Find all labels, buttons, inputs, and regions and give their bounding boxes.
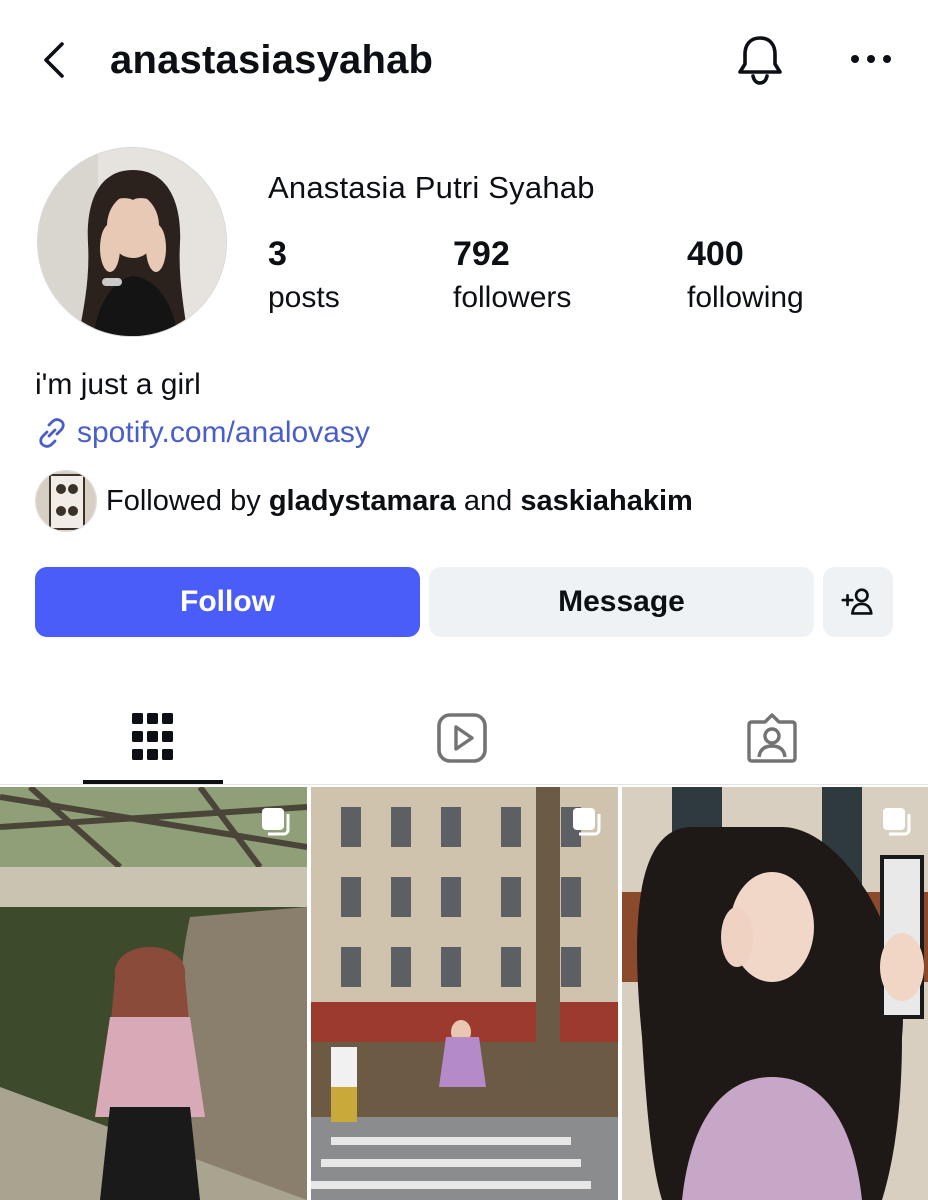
multiple-photos-icon [262, 808, 290, 836]
tab-reels[interactable] [392, 690, 532, 786]
tab-tagged[interactable] [702, 690, 842, 786]
post-thumbnail-3[interactable] [622, 787, 928, 1200]
stat-label: followers [453, 281, 572, 314]
followed-by[interactable]: Followed by gladystamara and saskiahakim [35, 470, 693, 532]
add-person-icon [841, 588, 873, 615]
multiple-photos-icon [573, 808, 601, 836]
more-options-icon[interactable] [846, 44, 896, 74]
followed-by-user-1[interactable]: gladystamara [269, 485, 456, 518]
followed-by-user-2[interactable]: saskiahakim [520, 485, 693, 518]
profile-username: anastasiasyahab [110, 38, 434, 82]
followed-by-prefix: Followed by [106, 484, 269, 517]
tab-posts-grid[interactable] [83, 690, 223, 786]
followed-by-avatar [35, 470, 97, 532]
post-image [0, 787, 307, 1200]
back-chevron-icon[interactable] [38, 38, 72, 82]
stat-following[interactable]: 400 following [687, 234, 804, 318]
suggest-users-button[interactable] [823, 567, 893, 637]
post-thumbnail-2[interactable] [311, 787, 618, 1200]
stat-value: 792 [453, 235, 510, 273]
tagged-icon [747, 713, 797, 763]
link-icon [39, 418, 65, 448]
follow-button[interactable]: Follow [35, 567, 420, 637]
post-thumbnail-1[interactable] [0, 787, 307, 1200]
stat-value: 400 [687, 235, 744, 273]
profile-full-name: Anastasia Putri Syahab [268, 170, 595, 205]
profile-link-text: spotify.com/analovasy [77, 416, 370, 449]
stat-label: posts [268, 281, 340, 314]
tabs-divider [0, 784, 928, 785]
stat-value: 3 [268, 235, 287, 273]
stat-posts[interactable]: 3 posts [268, 234, 340, 318]
stat-followers[interactable]: 792 followers [453, 234, 571, 318]
followed-by-middle: and [455, 484, 521, 517]
profile-link[interactable]: spotify.com/analovasy [35, 416, 370, 450]
multiple-photos-icon [883, 808, 911, 836]
grid-icon [132, 713, 173, 760]
message-button[interactable]: Message [429, 567, 814, 637]
bell-icon[interactable] [734, 32, 786, 86]
reels-icon [437, 713, 487, 763]
post-image [311, 787, 618, 1200]
stat-label: following [687, 281, 804, 314]
profile-bio: i'm just a girl [35, 368, 201, 401]
profile-avatar[interactable] [37, 147, 227, 337]
post-image [622, 787, 928, 1200]
top-bar: anastasiasyahab [0, 0, 928, 120]
